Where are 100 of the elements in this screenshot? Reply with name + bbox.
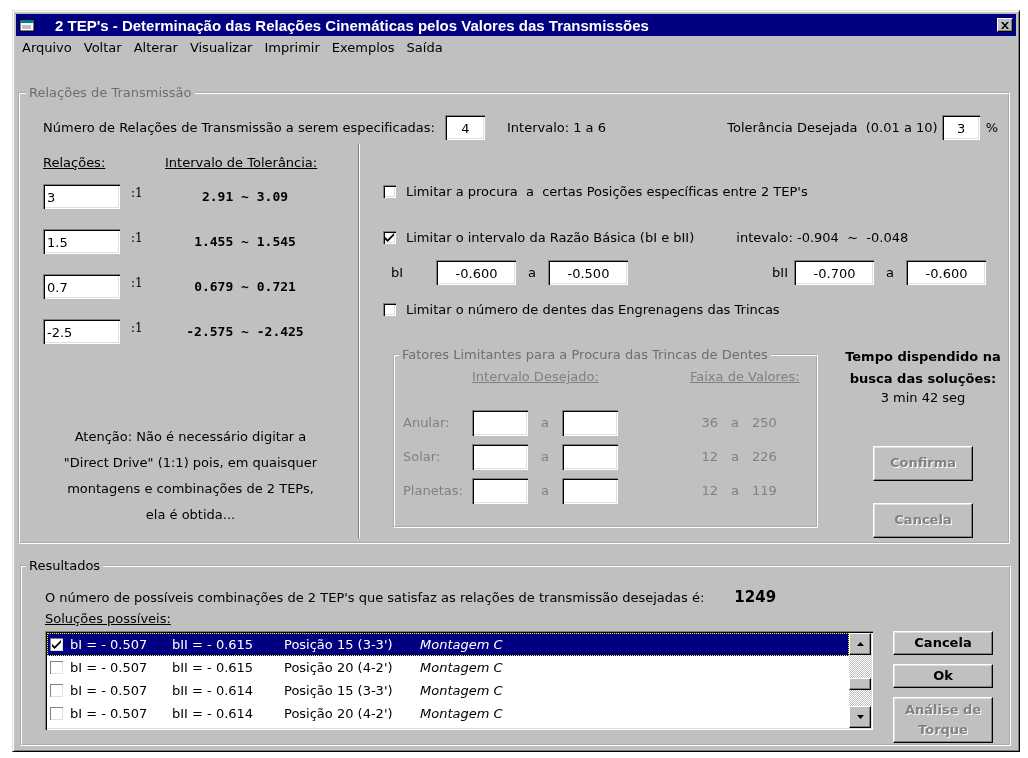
range-max: 119 xyxy=(752,483,778,499)
menu-item[interactable]: Arquivo xyxy=(16,40,78,55)
column-header: Intervalo de Tolerância: xyxy=(165,154,318,170)
checkbox-label[interactable]: Limitar o intervalo da Razão Básica (bI e bII) xyxy=(406,230,695,246)
unit-label: % xyxy=(985,119,998,135)
ratio-suffix: :1 xyxy=(130,275,144,290)
assembly-text: Montagem C xyxy=(420,637,503,652)
input-field[interactable]: -2.5 xyxy=(43,319,120,344)
list-label: Soluções possíveis: xyxy=(44,610,172,628)
ratio-text: bII = - 0.614 xyxy=(172,683,255,698)
input-field[interactable] xyxy=(562,444,618,470)
elapsed-time: 3 min 42 seg xyxy=(880,390,966,405)
separator-text: a xyxy=(540,449,550,465)
menu-item[interactable]: Visualizar xyxy=(183,40,259,55)
separator-text: a xyxy=(886,264,894,280)
range-min: 12 xyxy=(700,483,718,499)
input-field[interactable]: 3 xyxy=(43,184,120,209)
checkbox[interactable] xyxy=(383,231,396,245)
scroll-up-button[interactable] xyxy=(849,633,871,655)
scrollbar[interactable] xyxy=(849,633,871,728)
checkbox[interactable] xyxy=(383,302,396,316)
ratio-text: bII = - 0.614 xyxy=(172,706,255,721)
tolerance-range: 1.455 ~ 1.545 xyxy=(193,234,297,249)
separator-text: a xyxy=(730,449,740,465)
column-header: Intervalo Desejado: xyxy=(472,369,599,385)
close-button[interactable] xyxy=(997,18,1013,32)
list-item[interactable]: bI = - 0.507 bII = - 0.614 Posição 20 (4-2') Montagem C xyxy=(47,702,849,725)
input-field[interactable]: -0.600 xyxy=(906,259,986,285)
range-min: 12 xyxy=(700,449,718,465)
input-field[interactable]: -0.500 xyxy=(547,259,628,285)
hint-text: Intervalo: 1 a 6 xyxy=(506,119,606,135)
range-text: intevalo: -0.904 ~ -0.048 xyxy=(736,230,909,246)
checkbox[interactable] xyxy=(383,185,396,199)
close-icon xyxy=(1001,21,1009,29)
position-text: Posição 15 (3-3') xyxy=(284,637,394,652)
input-field[interactable] xyxy=(472,444,528,470)
input-field[interactable]: -0.600 xyxy=(436,259,516,285)
menu-item[interactable]: Exemplos xyxy=(325,40,401,55)
tolerance-range: -2.575 ~ -2.425 xyxy=(185,324,305,339)
separator-text: a xyxy=(540,483,550,499)
field-label: Solar: xyxy=(403,449,442,465)
list-item[interactable]: bI = - 0.507 bII = - 0.615 Posição 15 (3-3') Montagem C xyxy=(47,633,849,656)
checkbox[interactable] xyxy=(50,638,63,651)
window-title: 2 TEP's - Determinação das Relações Cinemáticas pelos Valores das Transmissões xyxy=(55,16,650,34)
column-header: Relações: xyxy=(43,154,106,170)
button[interactable]: Ok xyxy=(893,664,993,688)
input-field[interactable] xyxy=(472,410,528,436)
input-field[interactable] xyxy=(562,410,618,436)
ratio-suffix: :1 xyxy=(130,230,144,245)
down-arrow-icon xyxy=(856,715,864,719)
elapsed-label: Tempo dispendido na busca das soluções: xyxy=(845,348,1001,388)
ratio-text: bI = - 0.507 xyxy=(70,683,149,698)
checkbox-label[interactable]: Limitar o número de dentes das Engrenagens das Trincas xyxy=(406,301,780,317)
input-field[interactable]: 1.5 xyxy=(43,229,120,254)
menu-item[interactable]: Voltar xyxy=(77,40,128,55)
menu-item[interactable]: Saída xyxy=(400,40,449,55)
scroll-down-button[interactable] xyxy=(849,706,871,728)
ratio-text: bII = - 0.615 xyxy=(172,637,255,652)
menu-item[interactable]: Imprimir xyxy=(258,40,326,55)
checkbox[interactable] xyxy=(50,661,63,674)
input-field[interactable] xyxy=(562,478,618,504)
field-label: Número de Relações de Transmissão a serem especificadas: xyxy=(43,119,435,135)
field-label: Anular: xyxy=(403,415,451,431)
button[interactable]: Cancela xyxy=(893,631,993,655)
input-field[interactable]: -0.700 xyxy=(794,259,875,285)
ratio-text: bI = - 0.507 xyxy=(70,637,149,652)
ratio-suffix: :1 xyxy=(130,185,144,200)
checkbox-label[interactable]: Limitar a procura a certas Posições específicas entre 2 TEP's xyxy=(406,184,808,200)
limit-label: bII xyxy=(772,264,789,280)
separator-text: a xyxy=(730,483,740,499)
scroll-thumb[interactable] xyxy=(849,678,871,690)
input-field[interactable]: 3 xyxy=(941,114,980,140)
field-label: Tolerância Desejada (0.01 a 10) xyxy=(727,119,938,135)
range-max: 250 xyxy=(752,415,778,431)
tolerance-range: 0.679 ~ 0.721 xyxy=(193,279,297,294)
separator-text: a xyxy=(528,264,536,280)
ratio-suffix: :1 xyxy=(130,320,144,335)
ratio-text: bI = - 0.507 xyxy=(70,706,149,721)
input-field[interactable] xyxy=(472,478,528,504)
range-max: 226 xyxy=(752,449,778,465)
input-field[interactable]: 4 xyxy=(444,114,485,140)
input-field[interactable]: 0.7 xyxy=(43,274,120,299)
menu-item[interactable]: Alterar xyxy=(127,40,184,55)
window-icon xyxy=(19,18,35,32)
checkbox[interactable] xyxy=(50,684,63,697)
checkbox[interactable] xyxy=(50,707,63,720)
result-count: 1249 xyxy=(734,588,777,606)
separator-text: a xyxy=(540,415,550,431)
ratio-text: bI = - 0.507 xyxy=(70,660,149,675)
range-min: 36 xyxy=(700,415,718,431)
position-text: Posição 20 (4-2') xyxy=(284,706,394,721)
list-item[interactable]: bI = - 0.507 bII = - 0.614 Posição 15 (3-3') Montagem C xyxy=(47,679,849,702)
limit-label: bI xyxy=(391,264,404,280)
note-text: Atenção: Não é necessário digitar a "Direct Drive" (1:1) pois, em quaisquer montagens e combinações de 2 TEPs, ela é obtida... xyxy=(62,428,319,524)
list-item[interactable]: bI = - 0.507 bII = - 0.615 Posição 20 (4-2') Montagem C xyxy=(47,656,849,679)
position-text: Posição 20 (4-2') xyxy=(284,660,394,675)
summary-text: O número de possíveis combinações de 2 TEP's que satisfaz as relações de transmissão desejadas é: xyxy=(45,589,705,605)
ratio-text: bII = - 0.615 xyxy=(172,660,255,675)
tolerance-range: 2.91 ~ 3.09 xyxy=(200,189,290,204)
up-arrow-icon xyxy=(856,642,864,646)
